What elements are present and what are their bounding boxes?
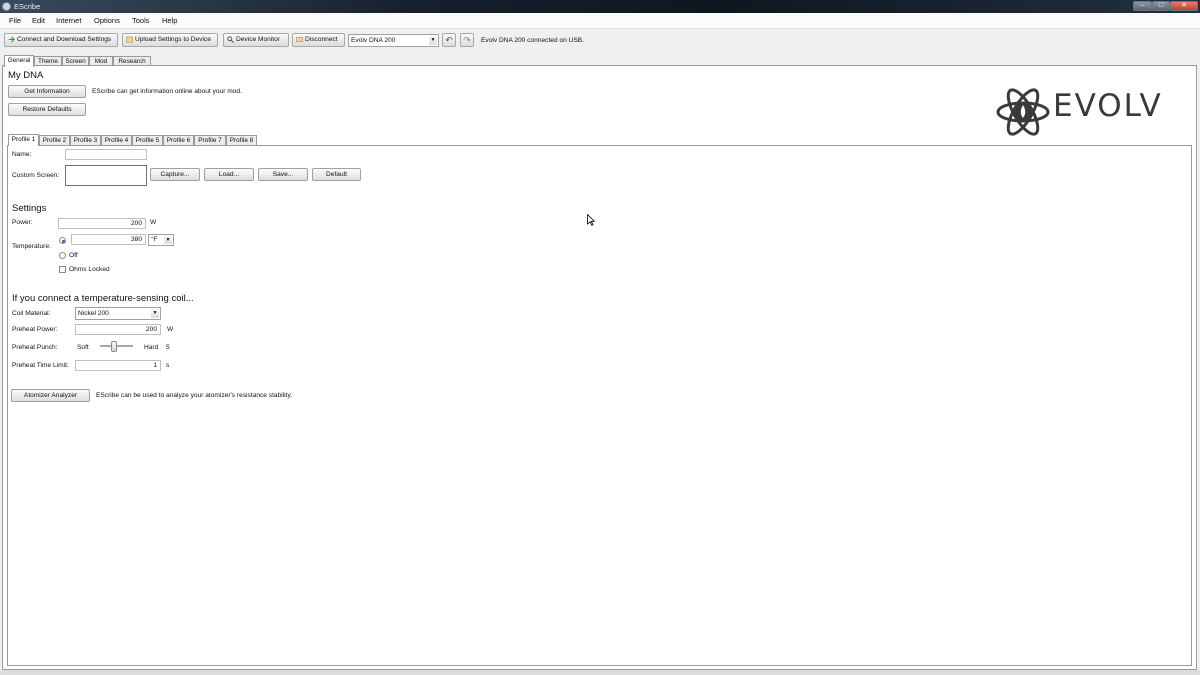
atomizer-analyzer-button[interactable]: Atomizer Analyzer [11, 389, 90, 402]
menu-bar: File Edit Internet Options Tools Help [0, 13, 1200, 29]
temperature-unit-select[interactable]: °F ▼ [148, 234, 174, 246]
settings-heading: Settings [12, 203, 47, 214]
tab-profile-4[interactable]: Profile 4 [101, 135, 132, 145]
ohms-locked-label: Ohms Locked [69, 266, 110, 273]
window-title: EScribe [14, 2, 41, 11]
undo-button[interactable]: ↶ [442, 33, 456, 47]
menu-tools[interactable]: Tools [132, 16, 150, 25]
device-monitor-button[interactable]: Device Monitor [223, 33, 289, 47]
chevron-down-icon: ▼ [429, 36, 437, 45]
upload-settings-button[interactable]: Upload Settings to Device [122, 33, 218, 47]
redo-button[interactable]: ↷ [460, 33, 474, 47]
power-unit: W [150, 219, 157, 226]
hard-label: Hard [144, 344, 159, 351]
ohms-locked-checkbox[interactable] [59, 266, 66, 273]
app-icon [2, 2, 11, 11]
menu-edit[interactable]: Edit [32, 16, 45, 25]
chevron-down-icon: ▼ [164, 236, 172, 244]
tab-profile-7[interactable]: Profile 7 [194, 135, 226, 145]
profile-panel [7, 145, 1192, 666]
custom-screen-preview[interactable] [65, 165, 147, 186]
custom-screen-label: Custom Screen: [12, 172, 60, 179]
temperature-input[interactable]: 380 [71, 234, 146, 245]
upload-settings-label: Upload Settings to Device [135, 36, 211, 43]
tab-profile-1[interactable]: Profile 1 [8, 134, 39, 146]
device-select[interactable]: Evolv DNA 200 ▼ [348, 34, 439, 47]
undo-icon: ↶ [445, 35, 453, 45]
evolv-logo-text: EVOLV [1053, 88, 1163, 124]
close-button[interactable]: ✕ [1170, 1, 1198, 11]
menu-file[interactable]: File [9, 16, 21, 25]
temperature-label: Temperature: [12, 243, 51, 250]
get-information-desc: EScribe can get information online about… [92, 88, 242, 95]
coil-material-select[interactable]: Nickel 200 ▼ [75, 307, 161, 320]
menu-internet[interactable]: Internet [56, 16, 81, 25]
mouse-cursor-icon [587, 213, 596, 226]
menu-help[interactable]: Help [162, 16, 177, 25]
restore-defaults-button[interactable]: Restore Defaults [8, 103, 86, 116]
default-button[interactable]: Default [312, 168, 361, 181]
preheat-punch-label: Preheat Punch: [12, 344, 58, 351]
power-input[interactable]: 200 [58, 218, 146, 229]
atomizer-analyzer-desc: EScribe can be used to analyze your atom… [96, 392, 293, 399]
soft-label: Soft [77, 344, 89, 351]
redo-icon: ↷ [463, 35, 471, 45]
coil-material-value: Nickel 200 [78, 310, 109, 317]
preheat-power-label: Preheat Power: [12, 326, 58, 333]
taskbar-strip [0, 670, 1200, 675]
temperature-unit-value: °F [151, 236, 158, 243]
device-select-value: Evolv DNA 200 [351, 37, 396, 44]
chevron-down-icon: ▼ [151, 309, 159, 318]
title-bar: EScribe – □ ✕ [0, 0, 1200, 13]
upload-icon [126, 36, 133, 43]
tab-profile-5[interactable]: Profile 5 [132, 135, 163, 145]
menu-options[interactable]: Options [94, 16, 120, 25]
power-label: Power: [12, 219, 33, 226]
off-radio[interactable] [59, 252, 66, 259]
disconnect-label: Disconnect [305, 36, 338, 43]
maximize-button[interactable]: □ [1152, 1, 1170, 11]
preheat-time-unit: s [166, 362, 170, 369]
connect-download-button[interactable]: Connect and Download Settings [4, 33, 118, 47]
tab-profile-3[interactable]: Profile 3 [70, 135, 101, 145]
capture-button[interactable]: Capture... [150, 168, 200, 181]
coil-material-label: Coil Material: [12, 310, 51, 317]
preheat-power-input[interactable]: 200 [75, 324, 161, 335]
minimize-button[interactable]: – [1133, 1, 1152, 11]
device-monitor-label: Device Monitor [236, 36, 280, 43]
load-button[interactable]: Load... [204, 168, 254, 181]
get-information-button[interactable]: Get Information [8, 85, 86, 98]
evolv-logo-icon [995, 84, 1051, 140]
preheat-time-limit-label: Preheat Time Limit: [12, 362, 69, 369]
connect-download-label: Connect and Download Settings [17, 36, 112, 43]
preheat-punch-slider-thumb[interactable] [111, 341, 117, 352]
connection-status: Evolv DNA 200 connected on USB. [481, 37, 584, 44]
tab-profile-6[interactable]: Profile 6 [163, 135, 194, 145]
preheat-power-unit: W [167, 326, 174, 333]
save-button[interactable]: Save... [258, 168, 308, 181]
disconnect-icon [296, 37, 303, 42]
coil-heading: If you connect a temperature-sensing coi… [12, 293, 194, 304]
name-input[interactable] [65, 149, 147, 160]
disconnect-button[interactable]: Disconnect [292, 33, 345, 47]
name-label: Name: [12, 151, 32, 158]
tab-general[interactable]: General [4, 55, 34, 67]
preheat-time-limit-input[interactable]: 1 [75, 360, 161, 371]
tab-profile-2[interactable]: Profile 2 [39, 135, 70, 145]
magnifier-icon [227, 36, 234, 43]
my-dna-heading: My DNA [8, 70, 44, 81]
tab-profile-8[interactable]: Profile 8 [226, 135, 257, 145]
connect-icon [8, 36, 15, 43]
off-label: Off [69, 252, 78, 259]
preheat-punch-value: 5 [166, 344, 170, 351]
temperature-radio[interactable] [59, 237, 66, 244]
